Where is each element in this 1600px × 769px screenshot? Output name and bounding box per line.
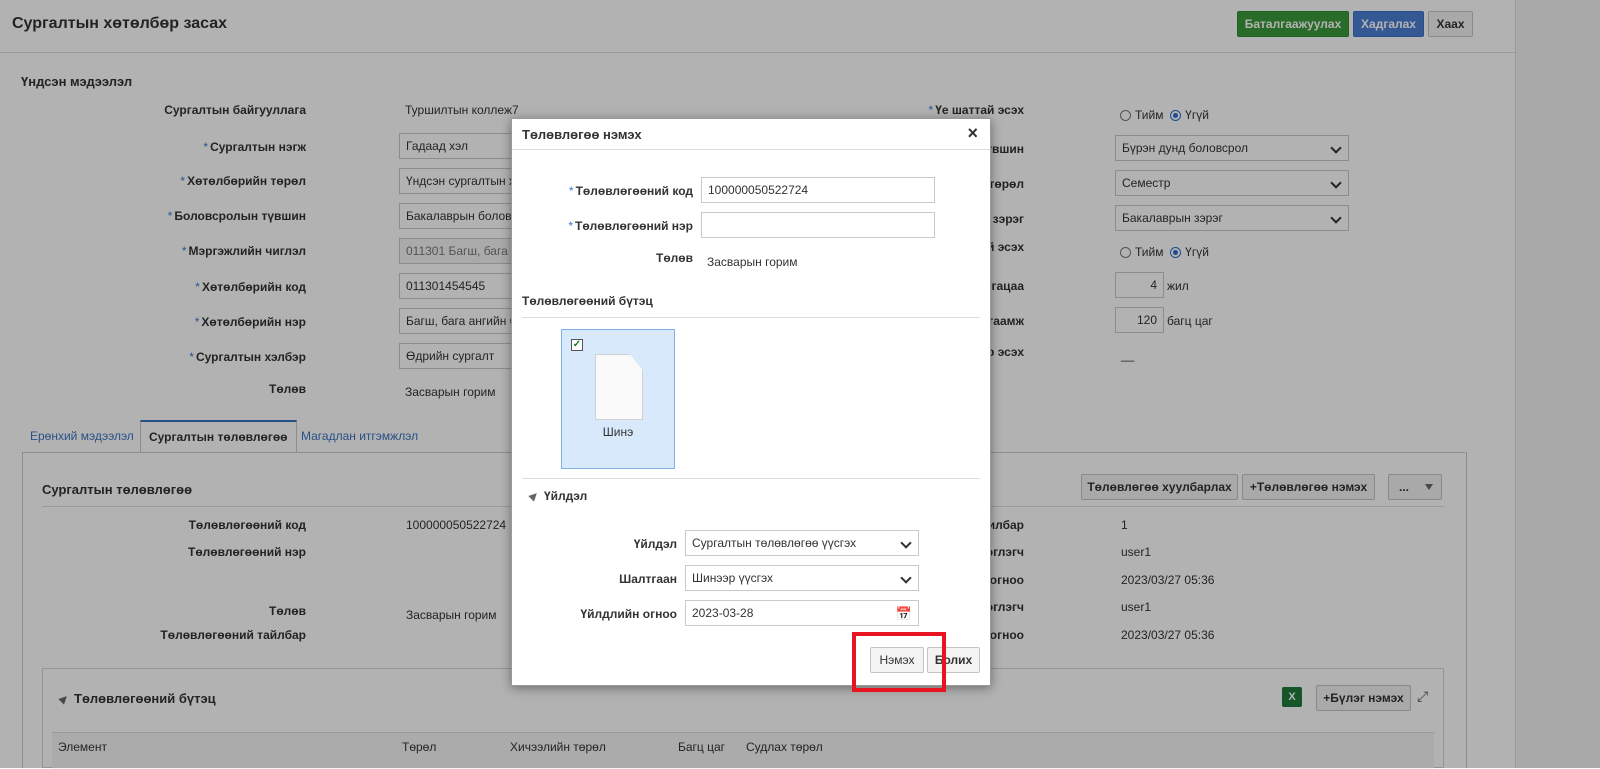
add-plan-dialog: Төлөвлөгөө нэмэх × * Төлөвлөгөөний код 10… xyxy=(511,118,991,686)
reason-select[interactable]: Шинээр үүсгэх xyxy=(685,565,919,591)
dlg-code-label-text: Төлөвлөгөөний код xyxy=(575,184,693,198)
action-collapse-icon[interactable] xyxy=(528,490,540,502)
plan-code-input[interactable]: 100000050522724 xyxy=(701,177,935,203)
dlg-action-heading-text: Үйлдэл xyxy=(544,489,588,503)
dialog-title-divider xyxy=(512,149,990,150)
dlg-structure-divider xyxy=(522,317,980,318)
dlg-structure-heading: Төлөвлөгөөний бүтэц xyxy=(522,294,653,308)
dlg-name-label: * Төлөвлөгөөний нэр xyxy=(568,219,693,233)
dlg-code-label: * Төлөвлөгөөний код xyxy=(568,184,693,198)
tile-checkbox[interactable]: ✓ xyxy=(571,339,583,351)
highlight-box xyxy=(852,632,946,692)
calendar-icon[interactable]: 📅 xyxy=(896,606,912,622)
tile-label: Шинэ xyxy=(602,425,634,439)
new-structure-tile[interactable]: ✓ Шинэ xyxy=(561,329,675,469)
action-date-input[interactable]: 2023-03-28 📅 xyxy=(685,600,919,626)
dlg-reason-label: Шалтгаан xyxy=(619,572,677,586)
dlg-action-label: Үйлдэл xyxy=(633,537,677,551)
dlg-date-label: Үйлдлийн огноо xyxy=(580,607,678,621)
dlg-status-value: Засварын горим xyxy=(707,255,798,269)
dialog-close-icon[interactable]: × xyxy=(967,123,978,144)
dlg-name-label-text: Төлөвлөгөөний нэр xyxy=(575,219,693,233)
dlg-status-label: Төлөв xyxy=(656,251,693,265)
dlg-action-heading[interactable]: Үйлдэл xyxy=(528,489,588,503)
dialog-title: Төлөвлөгөө нэмэх xyxy=(522,127,642,142)
action-select[interactable]: Сургалтын төлөвлөгөө үүсгэх xyxy=(685,530,919,556)
action-date-value: 2023-03-28 xyxy=(692,606,754,620)
plan-name-input[interactable] xyxy=(701,212,935,238)
dlg-action-divider xyxy=(522,478,980,479)
document-icon xyxy=(595,354,643,420)
